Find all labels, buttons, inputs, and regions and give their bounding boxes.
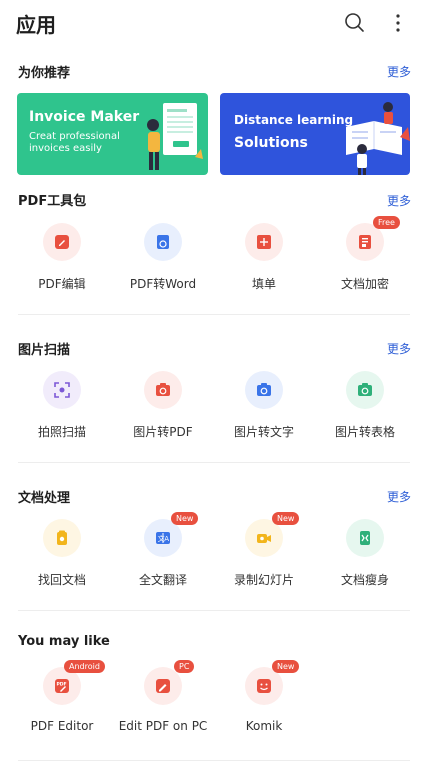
- image-to-table-icon: [358, 383, 372, 396]
- tool-slim-doc[interactable]: 文档瘦身: [315, 519, 415, 599]
- tool-label: 图片转PDF: [133, 425, 193, 439]
- section-divider: [18, 610, 410, 611]
- section-divider: [18, 314, 410, 315]
- banner-invoice-subtitle-1: Creat professional: [29, 131, 120, 142]
- tool-image-to-text[interactable]: 图片转文字: [214, 371, 314, 451]
- new-badge: New: [171, 512, 199, 525]
- android-badge: Android: [64, 660, 105, 673]
- app-edit-pdf-pc[interactable]: PC Edit PDF on PC: [113, 660, 213, 747]
- image-scan-more-link[interactable]: 更多: [387, 340, 411, 357]
- banner-learning-title-1: Distance learning: [234, 113, 354, 127]
- learning-illustration-icon: [346, 102, 410, 175]
- section-divider: [18, 462, 410, 463]
- doc-encrypt-icon: [359, 235, 371, 249]
- banner-learning-title-2: Solutions: [234, 135, 308, 151]
- tool-label: 拍照扫描: [37, 425, 86, 439]
- slim-doc-icon: [360, 531, 370, 545]
- image-to-text-icon: [257, 383, 271, 396]
- translate-icon: 文 A: [156, 532, 170, 544]
- app-pdf-editor[interactable]: PDF Android PDF Editor: [12, 660, 112, 747]
- tool-pdf-edit[interactable]: PDF编辑: [12, 223, 112, 303]
- tool-label: PDF Editor: [30, 719, 94, 733]
- tool-label: 填单: [251, 277, 276, 291]
- free-badge: Free: [373, 216, 400, 229]
- search-icon[interactable]: [342, 10, 368, 36]
- section-title-doc-process: 文档处理: [18, 491, 71, 506]
- pdf-tools-more-link[interactable]: 更多: [387, 192, 411, 209]
- recommend-more-link[interactable]: 更多: [387, 63, 411, 80]
- section-title-you-may-like: You may like: [18, 634, 110, 649]
- recover-doc-icon: [57, 530, 67, 545]
- new-badge: New: [272, 512, 300, 525]
- tool-photo-scan[interactable]: 拍照扫描: [12, 371, 112, 451]
- banner-distance-learning[interactable]: Distance learning Solutions: [220, 93, 410, 175]
- tool-fill-form[interactable]: 填单: [214, 223, 314, 303]
- fill-form-icon: [257, 235, 271, 249]
- section-title-image-scan: 图片扫描: [18, 343, 71, 358]
- edit-pdf-pc-icon: [156, 679, 170, 693]
- pdf-edit-icon: [55, 235, 69, 249]
- tool-record-slides[interactable]: New 录制幻灯片: [214, 512, 314, 599]
- record-slides-icon: [257, 534, 271, 543]
- tool-label: 文档加密: [340, 277, 389, 291]
- image-to-pdf-icon: [156, 383, 170, 396]
- pdf-to-word-icon: [157, 235, 169, 249]
- app-komik[interactable]: New Komik: [214, 660, 314, 747]
- komik-icon: [257, 679, 271, 693]
- tool-image-to-pdf[interactable]: 图片转PDF: [113, 371, 213, 451]
- tool-label: Edit PDF on PC: [118, 719, 208, 733]
- banner-invoice-subtitle-2: invoices easily: [29, 143, 102, 154]
- top-app-bar: 应用: [0, 0, 425, 46]
- tool-label: PDF编辑: [38, 277, 86, 291]
- tool-label: Komik: [245, 719, 283, 733]
- section-divider: [18, 760, 410, 761]
- tool-pdf-to-word[interactable]: PDF转Word: [113, 223, 213, 303]
- banner-invoice-maker[interactable]: Invoice Maker Creat professional invoice…: [17, 93, 208, 175]
- tool-translate[interactable]: 文 A New 全文翻译: [113, 512, 213, 599]
- tool-label: 图片转文字: [233, 425, 294, 439]
- invoice-illustration-icon: [147, 103, 203, 170]
- tool-doc-encrypt[interactable]: Free 文档加密: [315, 216, 415, 303]
- new-badge: New: [272, 660, 300, 673]
- scan-icon: [54, 382, 70, 398]
- pdf-editor-app-icon: PDF: [55, 679, 69, 693]
- doc-process-more-link[interactable]: 更多: [387, 488, 411, 505]
- tool-label: 文档瘦身: [340, 573, 389, 587]
- section-title-recommend: 为你推荐: [18, 66, 71, 81]
- tool-label: 录制幻灯片: [233, 573, 294, 587]
- tool-label: PDF转Word: [129, 277, 197, 291]
- svg-text:A: A: [164, 535, 169, 543]
- section-title-pdf-tools: PDF工具包: [18, 194, 87, 209]
- tool-label: 图片转表格: [334, 425, 395, 439]
- pc-badge: PC: [174, 660, 195, 673]
- page-title: 应用: [16, 13, 56, 37]
- tool-recover-doc[interactable]: 找回文档: [12, 519, 112, 599]
- tool-image-to-table[interactable]: 图片转表格: [315, 371, 415, 451]
- more-vertical-icon[interactable]: [385, 10, 411, 36]
- tool-label: 全文翻译: [138, 573, 187, 587]
- banner-invoice-title: Invoice Maker: [29, 109, 140, 125]
- tool-label: 找回文档: [37, 573, 86, 587]
